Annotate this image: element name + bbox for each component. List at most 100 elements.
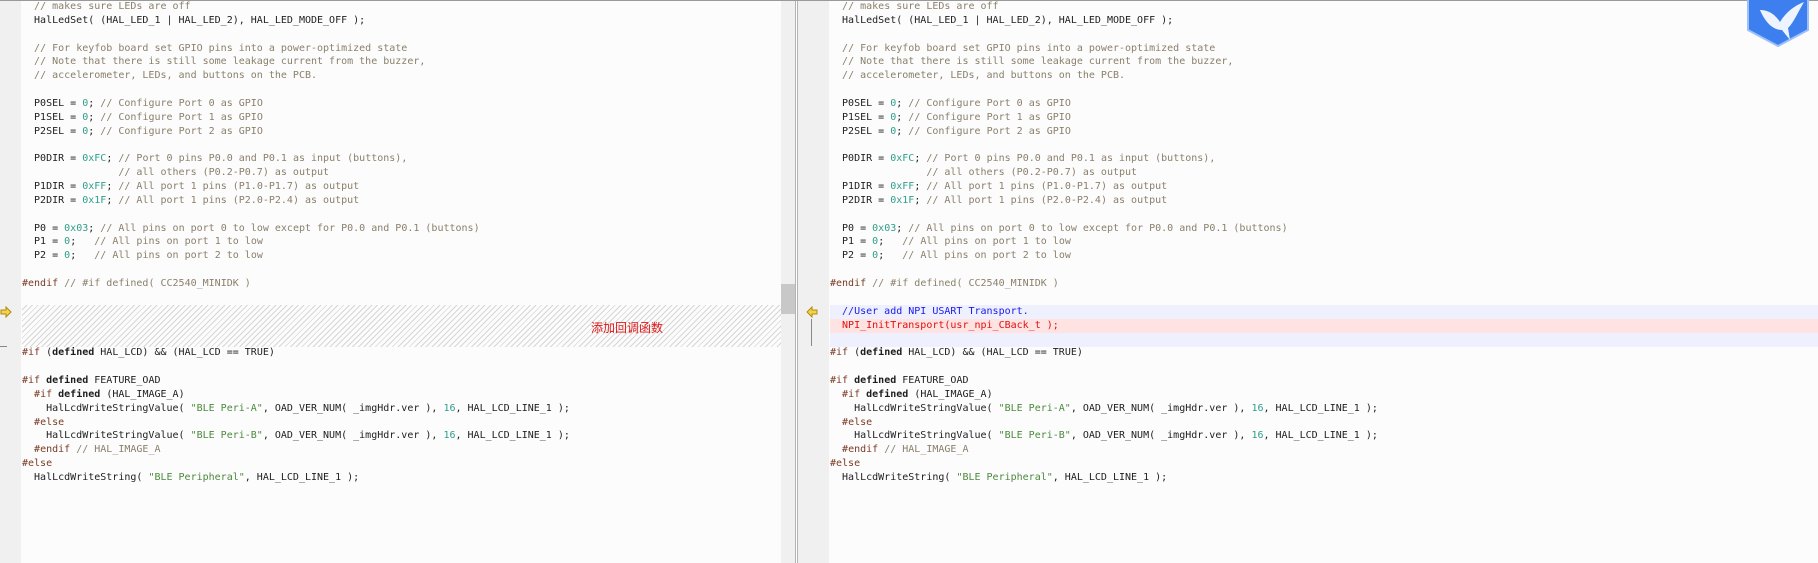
code-token: 0xFC bbox=[82, 153, 107, 165]
code-line: // For keyfob board set GPIO pins into a… bbox=[830, 42, 1818, 56]
code-line: // all others (P0.2-P0.7) as output bbox=[22, 166, 781, 180]
left-gutter bbox=[0, 1, 21, 563]
code-token: "BLE Peri-A" bbox=[190, 402, 263, 414]
code-token: 16 bbox=[443, 430, 456, 442]
code-token: #else bbox=[830, 458, 861, 470]
code-token: HalLcdWriteStringValue( bbox=[830, 430, 999, 442]
code-token: #else bbox=[34, 416, 65, 428]
code-token: P0SEL = bbox=[22, 97, 83, 109]
code-token: P0DIR = bbox=[22, 153, 83, 165]
code-line: P2DIR = 0x1F; // All port 1 pins (P2.0-P… bbox=[22, 194, 781, 208]
code-token: // All port 1 pins (P2.0-P2.4) as output bbox=[926, 194, 1168, 206]
code-line: HalLcdWriteStringValue( "BLE Peri-A", OA… bbox=[830, 402, 1818, 416]
code-token: // accelerometer, LEDs, and buttons on t… bbox=[842, 70, 1126, 82]
code-token: FEATURE_OAD bbox=[88, 374, 161, 386]
code-token: HalLcdWriteStringValue( bbox=[22, 430, 191, 442]
code-token: HalLcdWriteString( bbox=[22, 471, 149, 483]
code-token: P2 = bbox=[830, 250, 873, 262]
code-line: P1SEL = 0; // Configure Port 1 as GPIO bbox=[22, 111, 781, 125]
code-token: // Configure Port 2 as GPIO bbox=[908, 125, 1071, 137]
code-token: // All port 1 pins (P1.0-P1.7) as output bbox=[118, 181, 360, 193]
code-token: FEATURE_OAD bbox=[896, 374, 969, 386]
code-token: // All pins on port 0 to low except for … bbox=[100, 222, 480, 234]
code-token: P0 = bbox=[830, 222, 873, 234]
code-token: // All port 1 pins (P1.0-P1.7) as output bbox=[926, 181, 1168, 193]
code-token: P1 = bbox=[830, 236, 873, 248]
code-token: "BLE Peripheral" bbox=[148, 471, 245, 483]
code-line: // For keyfob board set GPIO pins into a… bbox=[22, 42, 781, 56]
code-token: #if bbox=[842, 388, 861, 400]
code-token: 16 bbox=[443, 402, 456, 414]
code-token: // Configure Port 0 as GPIO bbox=[100, 97, 263, 109]
code-line: P2SEL = 0; // Configure Port 2 as GPIO bbox=[22, 125, 781, 139]
code-token: "BLE Peri-B" bbox=[998, 430, 1071, 442]
code-line: #endif // HAL_IMAGE_A bbox=[22, 443, 781, 457]
code-token: // All pins on port 1 to low bbox=[902, 236, 1071, 248]
code-token: HalLcdWriteString( bbox=[830, 471, 957, 483]
code-token: P1SEL = bbox=[830, 111, 891, 123]
code-token: // All pins on port 2 to low bbox=[902, 250, 1071, 262]
bird-logo bbox=[1747, 0, 1809, 48]
code-token: (HAL_IMAGE_A) bbox=[908, 388, 993, 400]
code-token: P0DIR = bbox=[830, 153, 891, 165]
left-scrollbar[interactable] bbox=[781, 1, 795, 563]
missing-lines-placeholder bbox=[22, 305, 781, 347]
code-token: // All pins on port 1 to low bbox=[94, 236, 263, 248]
code-token: ; bbox=[896, 111, 909, 123]
code-token: P2SEL = bbox=[22, 125, 83, 137]
code-token: , HAL_LCD_LINE_1 ); bbox=[1263, 402, 1378, 414]
code-token: #endif bbox=[830, 278, 867, 289]
code-line: HalLedSet( (HAL_LED_1 | HAL_LED_2), HAL_… bbox=[830, 14, 1818, 28]
code-token: defined bbox=[866, 388, 909, 400]
code-token: // Port 0 pins P0.0 and P0.1 as input (b… bbox=[118, 153, 408, 165]
left-diff-pane[interactable]: 添加回调函数 // makes sure LEDs are off HalLed… bbox=[0, 1, 781, 563]
code-token: // #if defined( CC2540_MINIDK ) bbox=[872, 278, 1059, 289]
code-token: //User add NPI USART Transport. bbox=[830, 305, 1029, 317]
code-token: 16 bbox=[1251, 430, 1264, 442]
code-token: ; bbox=[106, 194, 119, 206]
code-token: 0xFF bbox=[82, 181, 107, 193]
code-token: 16 bbox=[1251, 402, 1264, 414]
code-line: #else bbox=[22, 457, 781, 471]
code-token: ; bbox=[878, 236, 903, 248]
code-token: P1DIR = bbox=[830, 181, 891, 193]
code-line: HalLcdWriteString( "BLE Peripheral", HAL… bbox=[22, 471, 781, 485]
code-token: #if bbox=[830, 374, 849, 386]
code-token: ; bbox=[914, 153, 927, 165]
code-token: HalLcdWriteStringValue( bbox=[22, 402, 191, 414]
code-token: // For keyfob board set GPIO pins into a… bbox=[842, 42, 1216, 54]
code-token: 0xFC bbox=[890, 153, 915, 165]
code-token: // Configure Port 1 as GPIO bbox=[908, 111, 1071, 123]
code-line: P2DIR = 0x1F; // All port 1 pins (P2.0-P… bbox=[830, 194, 1818, 208]
code-line: #endif // #if defined( CC2540_MINIDK ) bbox=[22, 277, 781, 291]
code-line: HalLcdWriteStringValue( "BLE Peri-A", OA… bbox=[22, 402, 781, 416]
arrow-left-icon[interactable] bbox=[805, 306, 818, 318]
code-token: #if bbox=[22, 347, 41, 359]
code-token: ; bbox=[88, 97, 101, 109]
code-token: P0 = bbox=[22, 222, 65, 234]
code-token: "BLE Peripheral" bbox=[956, 471, 1053, 483]
scrollbar-thumb[interactable] bbox=[781, 284, 795, 314]
code-token: ( bbox=[848, 347, 861, 359]
code-token: // Configure Port 0 as GPIO bbox=[908, 97, 1071, 109]
arrow-right-icon[interactable] bbox=[0, 306, 12, 318]
code-token: #endif bbox=[22, 278, 59, 289]
code-line: // makes sure LEDs are off bbox=[830, 1, 1818, 14]
code-line: HalLedSet( (HAL_LED_1 | HAL_LED_2), HAL_… bbox=[22, 14, 781, 28]
code-line: P0SEL = 0; // Configure Port 0 as GPIO bbox=[22, 97, 781, 111]
code-token: 0xFF bbox=[890, 181, 915, 193]
code-line: P1DIR = 0xFF; // All port 1 pins (P1.0-P… bbox=[830, 180, 1818, 194]
right-diff-pane[interactable]: // makes sure LEDs are off HalLedSet( (H… bbox=[798, 1, 1818, 563]
code-token: P2 = bbox=[22, 250, 65, 262]
code-line: #if defined FEATURE_OAD bbox=[830, 374, 1818, 388]
code-line: #if defined (HAL_IMAGE_A) bbox=[22, 388, 781, 402]
